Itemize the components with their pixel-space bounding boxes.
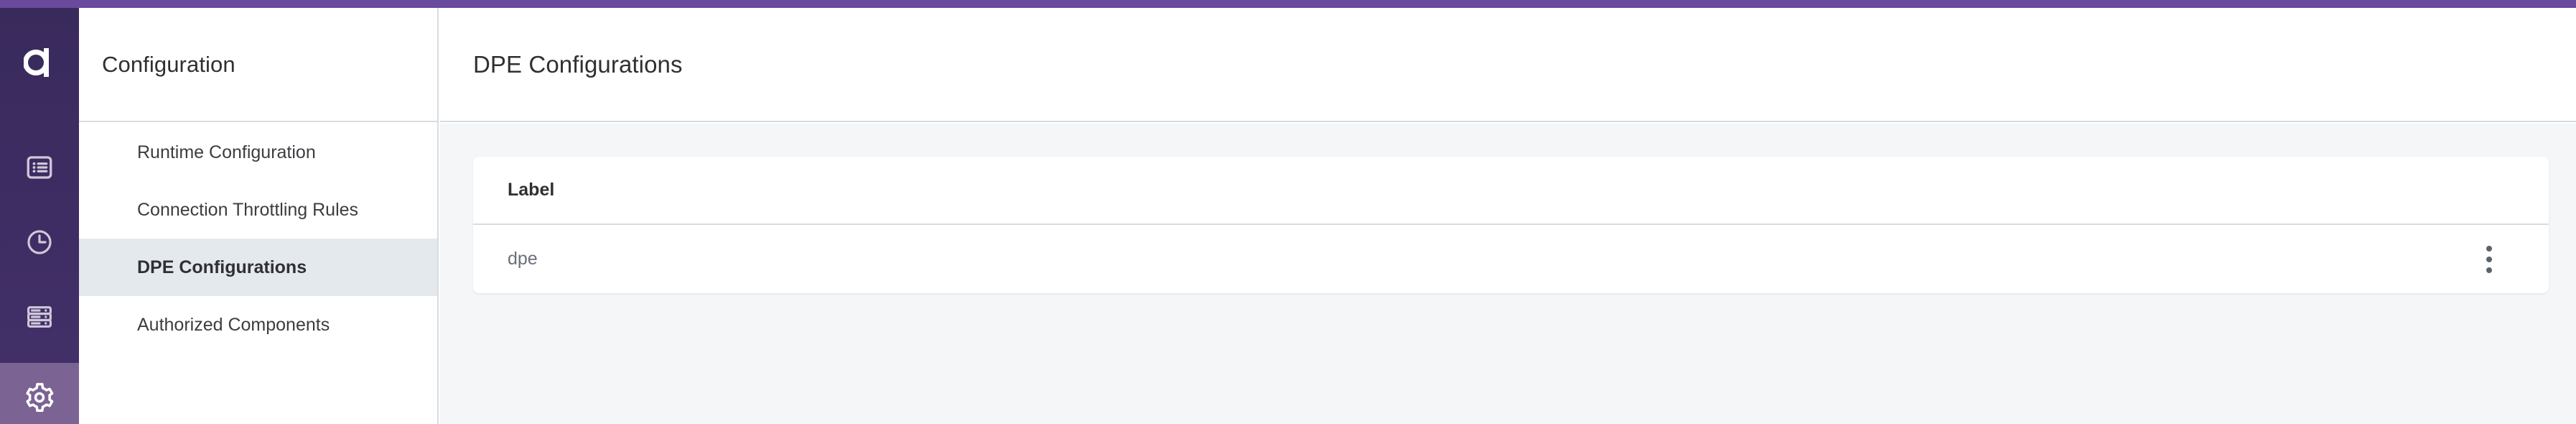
server-icon	[24, 302, 55, 332]
sidebar-item-label: DPE Configurations	[137, 257, 307, 277]
dpe-configurations-table: Label dpe	[473, 157, 2549, 293]
clock-icon	[24, 227, 55, 257]
list-icon	[24, 152, 55, 183]
sidebar-header: Configuration	[79, 8, 437, 122]
sidebar-item-authorized-components[interactable]: Authorized Components	[79, 296, 437, 354]
kebab-menu-icon[interactable]	[2473, 236, 2506, 283]
page-title: DPE Configurations	[473, 50, 683, 78]
rail-item-history[interactable]	[0, 205, 79, 280]
table-cell-label: dpe	[508, 249, 538, 269]
sidebar-nav-list: Runtime Configuration Connection Throttl…	[79, 124, 437, 354]
sidebar-item-label: Connection Throttling Rules	[137, 199, 359, 220]
table-row[interactable]: dpe	[473, 225, 2549, 293]
sidebar-item-dpe-configurations[interactable]: DPE Configurations	[79, 239, 437, 296]
sidebar-item-label: Runtime Configuration	[137, 142, 316, 162]
table-column-header-label: Label	[508, 180, 555, 200]
main-content: DPE Configurations Label dpe	[440, 8, 2576, 424]
rail-item-settings[interactable]	[0, 363, 79, 424]
axway-a-logo[interactable]	[0, 36, 79, 86]
secondary-sidebar: Configuration Runtime Configuration Conn…	[79, 8, 439, 424]
top-accent-bar	[0, 0, 2576, 8]
main-header: DPE Configurations	[440, 8, 2576, 122]
table-header-row: Label	[473, 157, 2549, 225]
gear-icon	[24, 382, 55, 413]
main-body: Label dpe	[440, 124, 2576, 424]
primary-icon-rail	[0, 8, 79, 424]
sidebar-item-runtime-configuration[interactable]: Runtime Configuration	[79, 124, 437, 181]
sidebar-title: Configuration	[102, 51, 235, 77]
rail-item-list[interactable]	[0, 130, 79, 205]
rail-item-servers[interactable]	[0, 280, 79, 354]
app-root: Configuration Runtime Configuration Conn…	[0, 0, 2576, 424]
sidebar-item-connection-throttling-rules[interactable]: Connection Throttling Rules	[79, 181, 437, 239]
sidebar-item-label: Authorized Components	[137, 314, 330, 335]
